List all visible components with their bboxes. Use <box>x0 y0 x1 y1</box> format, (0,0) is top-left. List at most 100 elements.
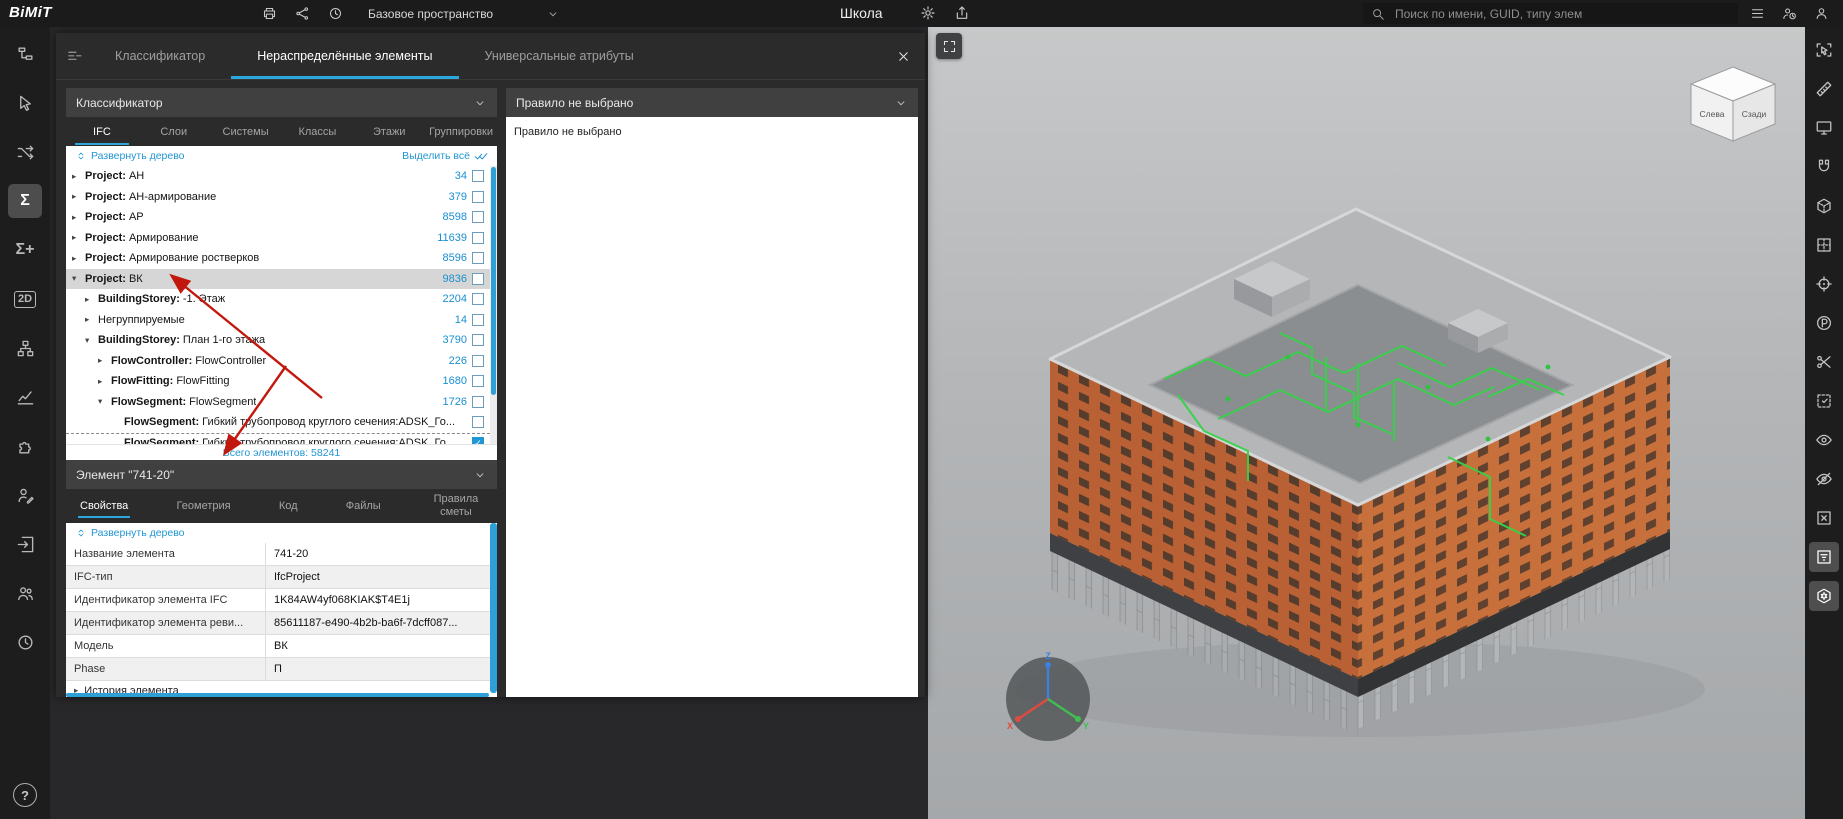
tree-node[interactable]: ▸Project:Армирование ростверков8596 <box>66 248 490 269</box>
tree-node[interactable]: ▸Project:Армирование11639 <box>66 228 490 249</box>
drawings-2d-button[interactable]: 2D <box>8 282 42 316</box>
chevron-collapsed-icon[interactable]: ▸ <box>98 376 111 387</box>
isolate-button[interactable] <box>1809 503 1839 533</box>
model-tree-button[interactable] <box>8 37 42 71</box>
classifier-dropdown[interactable]: Классификатор <box>66 88 497 117</box>
users-button[interactable] <box>8 576 42 610</box>
user-session-icon[interactable] <box>1782 6 1797 21</box>
tree-node[interactable]: ▾FlowSegment:FlowSegment1726 <box>66 392 490 413</box>
hide-button[interactable] <box>1809 464 1839 494</box>
node-checkbox[interactable] <box>472 293 484 305</box>
menu-list-icon[interactable] <box>1750 6 1765 21</box>
fit-view-button[interactable] <box>936 33 962 59</box>
chevron-collapsed-icon[interactable]: ▸ <box>72 171 85 182</box>
panel-options-icon[interactable] <box>66 48 83 65</box>
tree-node[interactable]: FlowSegment:Гибкий трубопровод круглого … <box>66 412 490 433</box>
panel-tab-classifier[interactable]: Классификатор <box>89 33 231 79</box>
chevron-collapsed-icon[interactable]: ▸ <box>85 294 98 305</box>
classifier-tab-floors[interactable]: Этажи <box>353 117 425 146</box>
share-icon[interactable] <box>954 5 970 21</box>
classifier-tab-groups[interactable]: Группировки <box>425 117 497 146</box>
user-edit-button[interactable] <box>8 478 42 512</box>
chevron-collapsed-icon[interactable]: ▸ <box>85 314 98 325</box>
global-search[interactable] <box>1363 3 1738 24</box>
collaboration-icon[interactable] <box>295 6 310 21</box>
measure-button[interactable] <box>1809 74 1839 104</box>
settings-gear-icon[interactable] <box>920 5 936 21</box>
element-dropdown[interactable]: Элемент "741-20" <box>66 460 497 489</box>
workspace-dropdown[interactable]: Базовое пространство <box>368 0 560 27</box>
expand-tree-link[interactable]: Развернуть дерево <box>75 150 185 162</box>
relations-button[interactable] <box>8 135 42 169</box>
properties-hscrollbar[interactable] <box>66 693 489 697</box>
classifier-tab-classes[interactable]: Классы <box>281 117 353 146</box>
classifier-tab-layers[interactable]: Слои <box>138 117 210 146</box>
node-checkbox[interactable] <box>472 211 484 223</box>
tree-node[interactable]: ▸Project:АР8598 <box>66 207 490 228</box>
node-checkbox[interactable]: ✓ <box>472 437 484 444</box>
tree-node[interactable]: ▸FlowController:FlowController226 <box>66 351 490 372</box>
print-icon[interactable] <box>262 6 277 21</box>
node-checkbox[interactable] <box>472 334 484 346</box>
classifier-button[interactable]: Σ <box>8 184 42 218</box>
structure-button[interactable] <box>8 331 42 365</box>
select-all-link[interactable]: Выделить всё <box>402 149 488 163</box>
node-checkbox[interactable] <box>472 191 484 203</box>
node-checkbox[interactable] <box>472 252 484 264</box>
select-button[interactable] <box>8 86 42 120</box>
element-tab-files[interactable]: Файлы <box>338 489 389 523</box>
properties-scrollbar[interactable] <box>490 523 497 693</box>
view-cube[interactable]: Слева Сзади <box>1691 67 1775 141</box>
panel-tab-universal-attributes[interactable]: Универсальные атрибуты <box>459 33 660 79</box>
element-tab-estimate-rules[interactable]: Правила сметы <box>421 489 491 523</box>
navigate-button[interactable] <box>1809 35 1839 65</box>
tree-node[interactable]: ▾BuildingStorey:План 1-го этажа3790 <box>66 330 490 351</box>
chevron-expanded-icon[interactable]: ▾ <box>72 273 85 284</box>
chevron-expanded-icon[interactable]: ▾ <box>98 396 111 407</box>
classifier-plus-button[interactable]: Σ+ <box>8 233 42 267</box>
element-tab-properties[interactable]: Свойства <box>72 489 136 523</box>
panel-tab-unallocated[interactable]: Нераспределённые элементы <box>231 33 458 79</box>
analytics-button[interactable] <box>8 380 42 414</box>
filter-button[interactable] <box>1809 542 1839 572</box>
magnet-button[interactable] <box>1809 152 1839 182</box>
chevron-collapsed-icon[interactable]: ▸ <box>72 191 85 202</box>
classifier-tab-systems[interactable]: Системы <box>210 117 282 146</box>
classifier-tab-ifc[interactable]: IFC <box>66 117 138 146</box>
screenshot-button[interactable] <box>1809 113 1839 143</box>
expand-properties-link[interactable]: Развернуть дерево <box>75 527 185 539</box>
tree-node[interactable]: ▸Project:АН-армирование379 <box>66 187 490 208</box>
chevron-collapsed-icon[interactable]: ▸ <box>72 232 85 243</box>
show-button[interactable] <box>1809 425 1839 455</box>
tree-node[interactable]: ▸Негруппируемые14 <box>66 310 490 331</box>
section-cube-button[interactable] <box>1809 191 1839 221</box>
node-checkbox[interactable] <box>472 355 484 367</box>
history-button[interactable] <box>8 625 42 659</box>
tree-node[interactable]: ▸Project:АН34 <box>66 166 490 187</box>
node-checkbox[interactable] <box>472 314 484 326</box>
export-button[interactable] <box>8 527 42 561</box>
select-area-button[interactable] <box>1809 386 1839 416</box>
node-checkbox[interactable] <box>472 170 484 182</box>
model-settings-button[interactable] <box>1809 581 1839 611</box>
viewport-3d[interactable]: Слева Сзади Z X Y <box>928 27 1805 819</box>
recent-icon[interactable] <box>328 6 343 21</box>
chevron-collapsed-icon[interactable]: ▸ <box>72 212 85 223</box>
clip-button[interactable] <box>1809 347 1839 377</box>
element-tab-code[interactable]: Код <box>271 489 306 523</box>
tree-scrollbar[interactable] <box>490 166 497 444</box>
node-checkbox[interactable] <box>472 416 484 428</box>
tree-node[interactable]: FlowSegment:Гибкий трубопровод круглого … <box>66 433 490 445</box>
section-plane-button[interactable] <box>1809 230 1839 260</box>
element-tab-geometry[interactable]: Геометрия <box>169 489 239 523</box>
help-button[interactable]: ? <box>13 783 37 807</box>
plan-mode-button[interactable] <box>1809 308 1839 338</box>
tree-node[interactable]: ▸FlowFitting:FlowFitting1680 <box>66 371 490 392</box>
locate-button[interactable] <box>1809 269 1839 299</box>
close-icon[interactable] <box>896 49 911 64</box>
rule-dropdown[interactable]: Правило не выбрано <box>506 88 918 117</box>
node-checkbox[interactable] <box>472 375 484 387</box>
tree-node[interactable]: ▸BuildingStorey:-1. Этаж2204 <box>66 289 490 310</box>
node-checkbox[interactable] <box>472 273 484 285</box>
node-checkbox[interactable] <box>472 232 484 244</box>
